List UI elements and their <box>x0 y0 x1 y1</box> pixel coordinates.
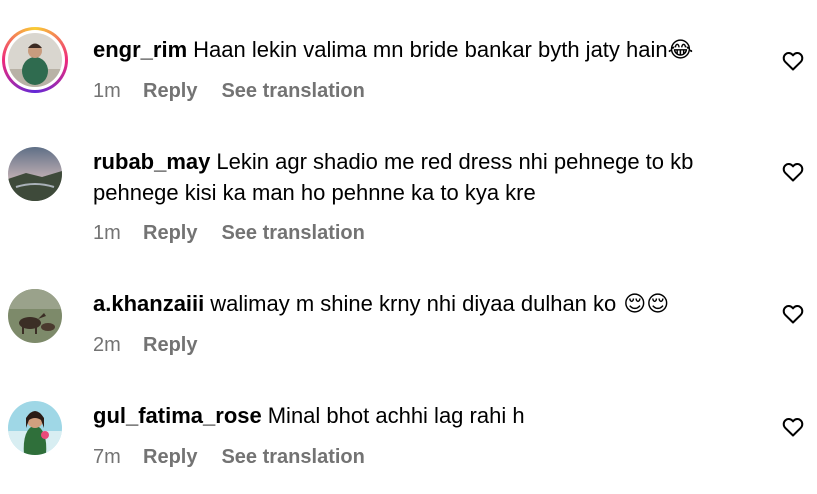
comment-body: Haan lekin valima mn bride bankar byth j… <box>193 37 668 62</box>
avatar[interactable] <box>8 33 62 87</box>
reply-button[interactable]: Reply <box>143 80 197 103</box>
heart-icon[interactable] <box>781 302 805 326</box>
username[interactable]: rubab_may <box>93 149 210 174</box>
timestamp: 1m <box>93 80 121 102</box>
comment-meta: 2m Reply <box>93 334 221 357</box>
timestamp: 2m <box>93 334 121 356</box>
username[interactable]: gul_fatima_rose <box>93 403 262 428</box>
avatar[interactable] <box>8 401 62 455</box>
timestamp: 7m <box>93 446 121 468</box>
comment-meta: 1m Reply See translation <box>93 80 365 103</box>
username[interactable]: engr_rim <box>93 37 187 62</box>
reply-button[interactable]: Reply <box>143 222 197 245</box>
see-translation-button[interactable]: See translation <box>221 446 364 469</box>
reply-button[interactable]: Reply <box>143 334 197 357</box>
relieved-emoji: 😌😌 <box>616 292 670 317</box>
comment-text: rubab_may Lekin agr shadio me red dress n… <box>93 146 753 208</box>
avatar[interactable] <box>8 289 62 343</box>
comment-meta: 7m Reply See translation <box>93 446 365 469</box>
reply-button[interactable]: Reply <box>143 446 197 469</box>
heart-icon[interactable] <box>781 49 805 73</box>
avatar[interactable] <box>8 147 62 201</box>
comment-text: gul_fatima_rose Minal bhot achhi lag rahi… <box>93 400 753 431</box>
comment-text: engr_rim Haan lekin valima mn bride banka… <box>93 34 753 66</box>
laughing-emoji: 😂 <box>667 38 694 63</box>
heart-icon[interactable] <box>781 160 805 184</box>
timestamp: 1m <box>93 222 121 244</box>
comment-text: a.khanzaiii walimay m shine krny nhi diya… <box>93 288 753 320</box>
comment-body: walimay m shine krny nhi diyaa dulhan ko <box>210 291 617 316</box>
comment-body: Minal bhot achhi lag rahi h <box>267 403 525 428</box>
see-translation-button[interactable]: See translation <box>221 222 364 245</box>
heart-icon[interactable] <box>781 415 805 439</box>
comment-meta: 1m Reply See translation <box>93 222 365 245</box>
see-translation-button[interactable]: See translation <box>221 80 364 103</box>
username[interactable]: a.khanzaiii <box>93 291 204 316</box>
